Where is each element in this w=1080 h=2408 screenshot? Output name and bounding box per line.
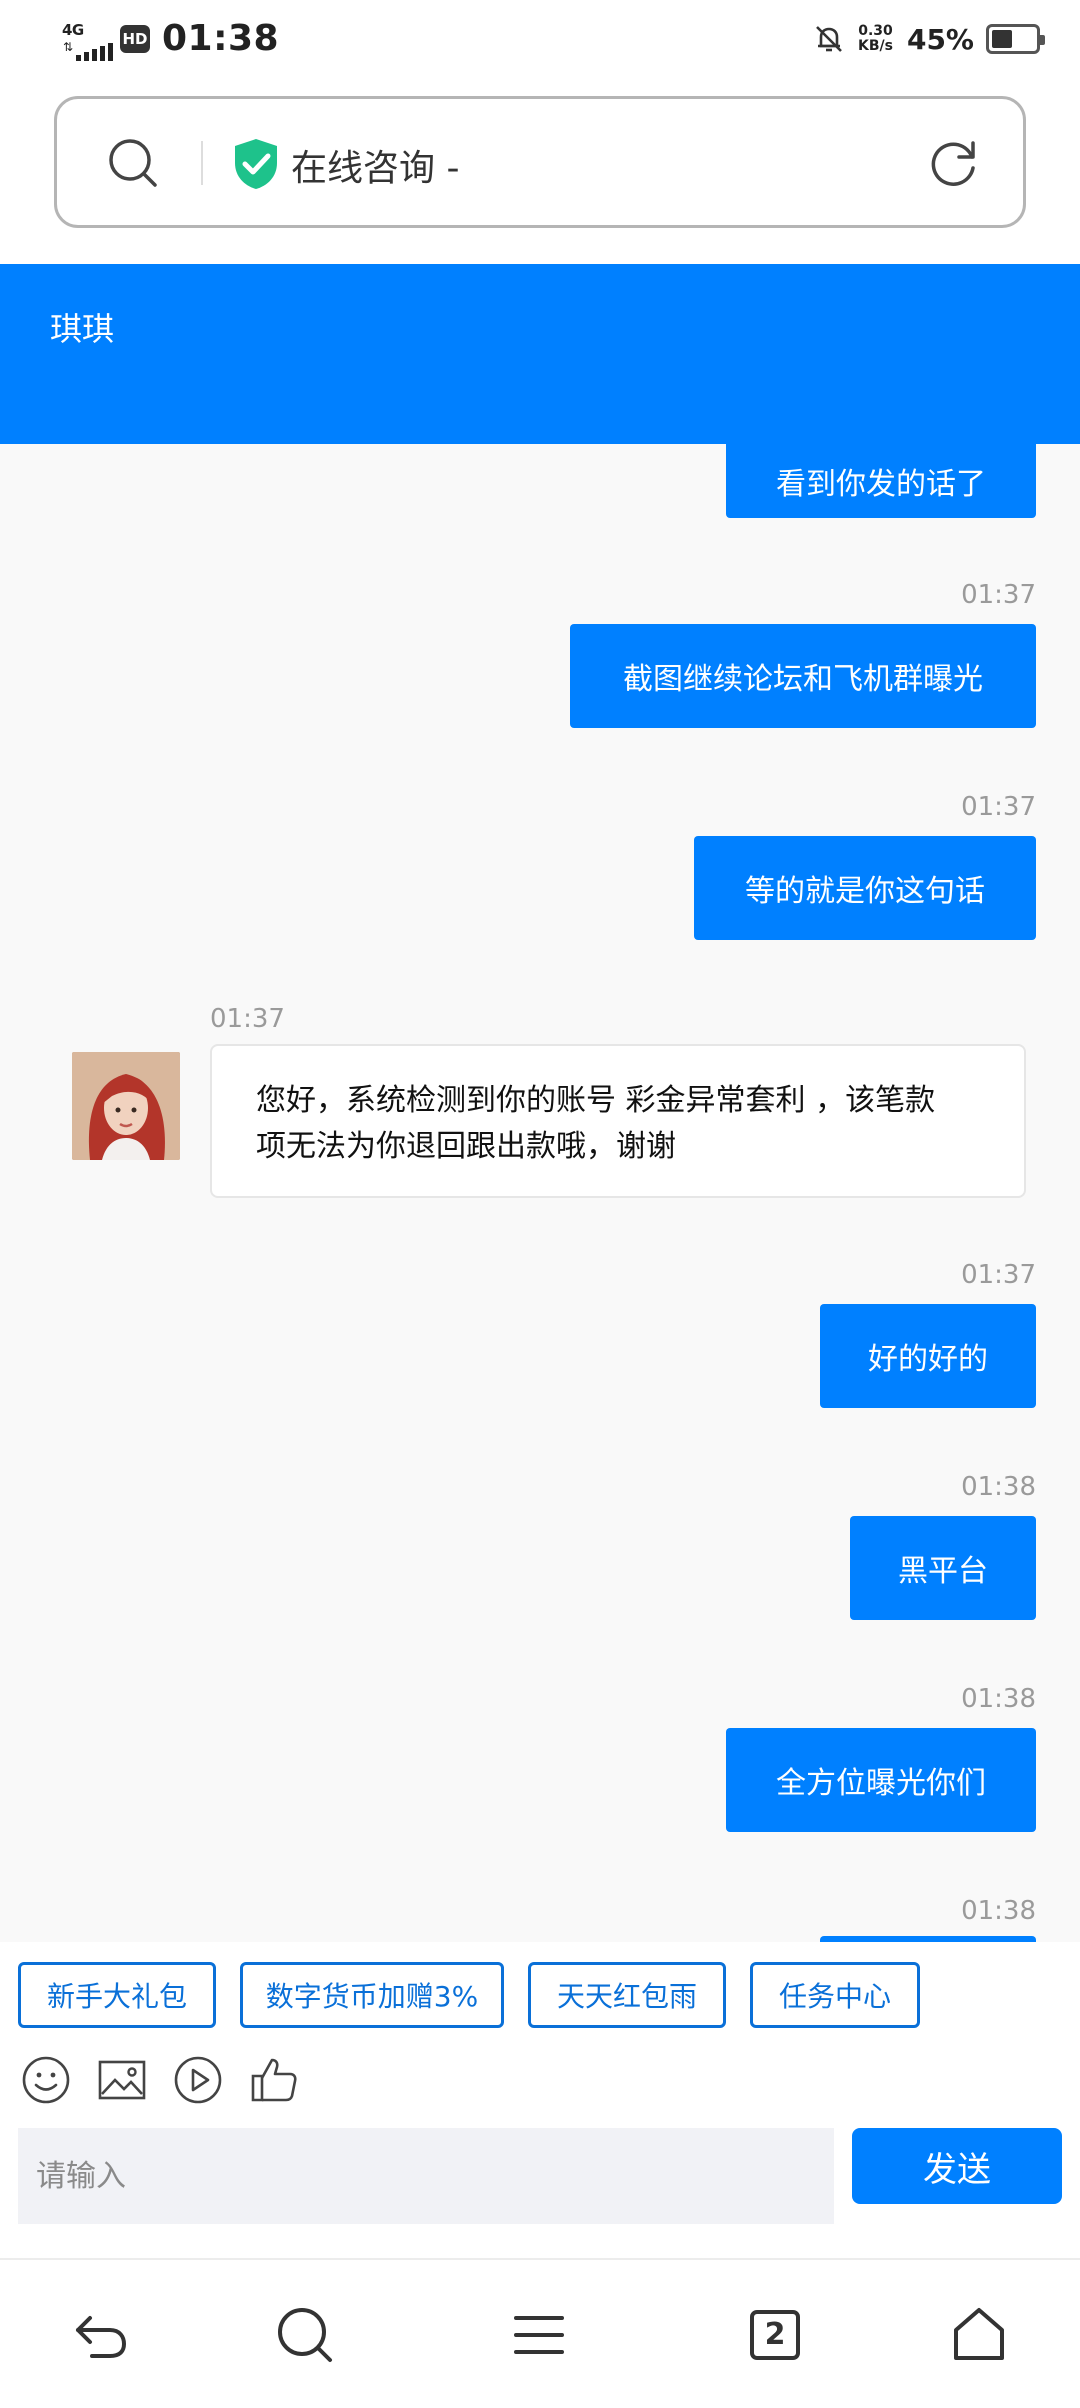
message-time: 01:37 [961, 792, 1036, 822]
address-bar[interactable]: 在线咨询 - [54, 96, 1026, 228]
message-bubble-outgoing: 等的就是你这句话 [694, 836, 1036, 940]
network-type: 4G [62, 20, 84, 39]
network-speed: 0.30 KB/s [858, 23, 893, 54]
search-icon[interactable] [270, 2300, 340, 2370]
thumbs-up-icon[interactable] [248, 2054, 300, 2106]
emoji-icon[interactable] [20, 2054, 72, 2106]
shield-check-icon [235, 139, 277, 189]
agent-avatar [72, 1052, 180, 1160]
quick-links-bar: 新手大礼包 数字货币加赠3% 天天红包雨 任务中心 [0, 1942, 1080, 2032]
quick-link-crypto-bonus[interactable]: 数字货币加赠3% [240, 1962, 504, 2028]
quick-link-task-center[interactable]: 任务中心 [750, 1962, 920, 2028]
message-bubble-outgoing: 全方位曝光你们 [726, 1728, 1036, 1832]
message-time: 01:38 [961, 1896, 1036, 1926]
home-icon[interactable] [944, 2300, 1014, 2370]
message-bubble-outgoing: 黑平台 [850, 1516, 1036, 1620]
status-time: 01:38 [162, 18, 280, 59]
message-time: 01:37 [961, 580, 1036, 610]
message-bubble-outgoing: 好的好的 [820, 1304, 1036, 1408]
send-button[interactable]: 发送 [852, 2128, 1062, 2204]
message-input[interactable] [18, 2128, 834, 2224]
battery-percent: 45% [906, 22, 974, 56]
composer-toolbar [0, 2040, 1080, 2120]
image-icon[interactable] [96, 2054, 148, 2106]
refresh-icon[interactable] [925, 135, 981, 191]
address-divider [201, 141, 203, 185]
hd-badge: HD [120, 24, 150, 53]
video-icon[interactable] [172, 2054, 224, 2106]
menu-icon[interactable] [504, 2300, 574, 2370]
agent-name: 琪琪 [50, 310, 115, 348]
message-bubble-incoming: 您好，系统检测到你的账号 彩金异常套利 ，该笔款 项无法为你退回跟出款哦，谢谢 [210, 1044, 1026, 1198]
message-time: 01:38 [961, 1472, 1036, 1502]
message-time: 01:37 [961, 1260, 1036, 1290]
browser-bottom-nav: 2 [0, 2258, 1080, 2408]
message-time: 01:38 [961, 1684, 1036, 1714]
tabs-count: 2 [764, 2317, 786, 2352]
status-bar: 4G ⇅ HD 01:38 0.30 KB/s 45% [0, 0, 1080, 84]
tabs-icon[interactable]: 2 [740, 2300, 810, 2370]
cellular-signal-icon: 4G ⇅ [62, 19, 114, 61]
composer: 发送 [0, 2122, 1080, 2230]
bell-muted-icon [816, 26, 842, 52]
message-bubble-outgoing: 截图继续论坛和飞机群曝光 [570, 624, 1036, 728]
message-time: 01:37 [210, 1004, 285, 1034]
quick-link-newbie-gift[interactable]: 新手大礼包 [18, 1962, 216, 2028]
message-list[interactable]: 看到你发的话了 01:37 截图继续论坛和飞机群曝光 01:37 等的就是你这句… [0, 444, 1080, 1942]
quick-link-red-packet-rain[interactable]: 天天红包雨 [528, 1962, 726, 2028]
message-bubble-outgoing: 看到你发的话了 [726, 444, 1036, 518]
chat-header: 琪琪 [0, 264, 1080, 444]
battery-icon [986, 24, 1045, 54]
search-icon[interactable] [105, 135, 161, 191]
page-title[interactable]: 在线咨询 - [291, 139, 459, 191]
back-icon[interactable] [66, 2300, 136, 2370]
